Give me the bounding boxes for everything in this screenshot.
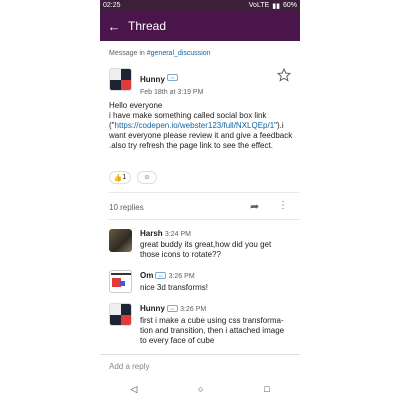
battery-level: 60%	[282, 2, 297, 9]
author-name[interactable]: Hunny	[140, 75, 165, 84]
system-nav-bar: ◁ ○ □	[100, 378, 300, 400]
add-emoji-icon: ☺	[143, 174, 151, 181]
avatar[interactable]	[109, 303, 132, 326]
thread-content: Message in #general_discussion Hunny ••• …	[100, 41, 300, 354]
status-badge: •••	[166, 305, 178, 313]
parent-header: Hunny ••• Feb 18th at 3:19 PM	[140, 69, 203, 96]
reply-header: Om ••• 3:26 PM	[140, 271, 195, 280]
status-badge: •••	[155, 272, 167, 280]
reply-count: 10 replies	[109, 203, 144, 212]
status-badge: •••	[166, 74, 178, 82]
page-title: Thread	[128, 19, 167, 33]
channel-context: Message in #general_discussion	[109, 50, 211, 57]
channel-link[interactable]: #general_discussion	[147, 50, 211, 57]
divider	[109, 219, 299, 220]
reaction-thumbs-up[interactable]: 👍 1	[109, 171, 131, 184]
app-bar: ← Thread	[100, 11, 300, 41]
status-time: 02:25	[103, 2, 121, 9]
status-bar: 02:25 VoLTE ▮▮ 60%	[100, 0, 300, 11]
reply-text: first i make a cube using css transforma…	[140, 316, 285, 345]
reply-input[interactable]: Add a reply	[109, 362, 149, 371]
add-reaction-button[interactable]: ☺	[137, 171, 157, 184]
phone-screen: 02:25 VoLTE ▮▮ 60% ← Thread Message in #…	[100, 0, 300, 400]
signal-icon: ▮▮	[272, 2, 280, 10]
home-icon[interactable]: ○	[198, 384, 203, 394]
divider	[109, 192, 299, 193]
back-arrow-icon[interactable]: ←	[100, 19, 128, 34]
reply-composer[interactable]: Add a reply	[100, 354, 300, 379]
reply-header: Hunny ••• 3:26 PM	[140, 304, 207, 313]
message-body: Hello everyone i have make something cal…	[109, 101, 293, 150]
network-label: VoLTE	[248, 2, 270, 9]
avatar[interactable]	[109, 68, 132, 91]
star-icon[interactable]	[277, 68, 291, 82]
reply-header: Harsh 3:24 PM	[140, 229, 191, 238]
reply-text: great buddy its great,how did you get th…	[140, 240, 272, 259]
recents-icon[interactable]: □	[264, 384, 269, 394]
avatar[interactable]	[109, 229, 132, 252]
back-icon[interactable]: ◁	[130, 384, 137, 395]
share-icon[interactable]: ➦	[250, 200, 259, 213]
message-link[interactable]: https://codepen.io/webster123/full/NXLQE…	[115, 121, 275, 130]
avatar[interactable]	[109, 270, 132, 293]
reply-text: nice 3d transforms!	[140, 283, 209, 292]
more-options-icon[interactable]: ⋮	[278, 200, 288, 211]
thumbs-up-icon: 👍	[113, 174, 123, 182]
timestamp: Feb 18th at 3:19 PM	[140, 89, 204, 96]
